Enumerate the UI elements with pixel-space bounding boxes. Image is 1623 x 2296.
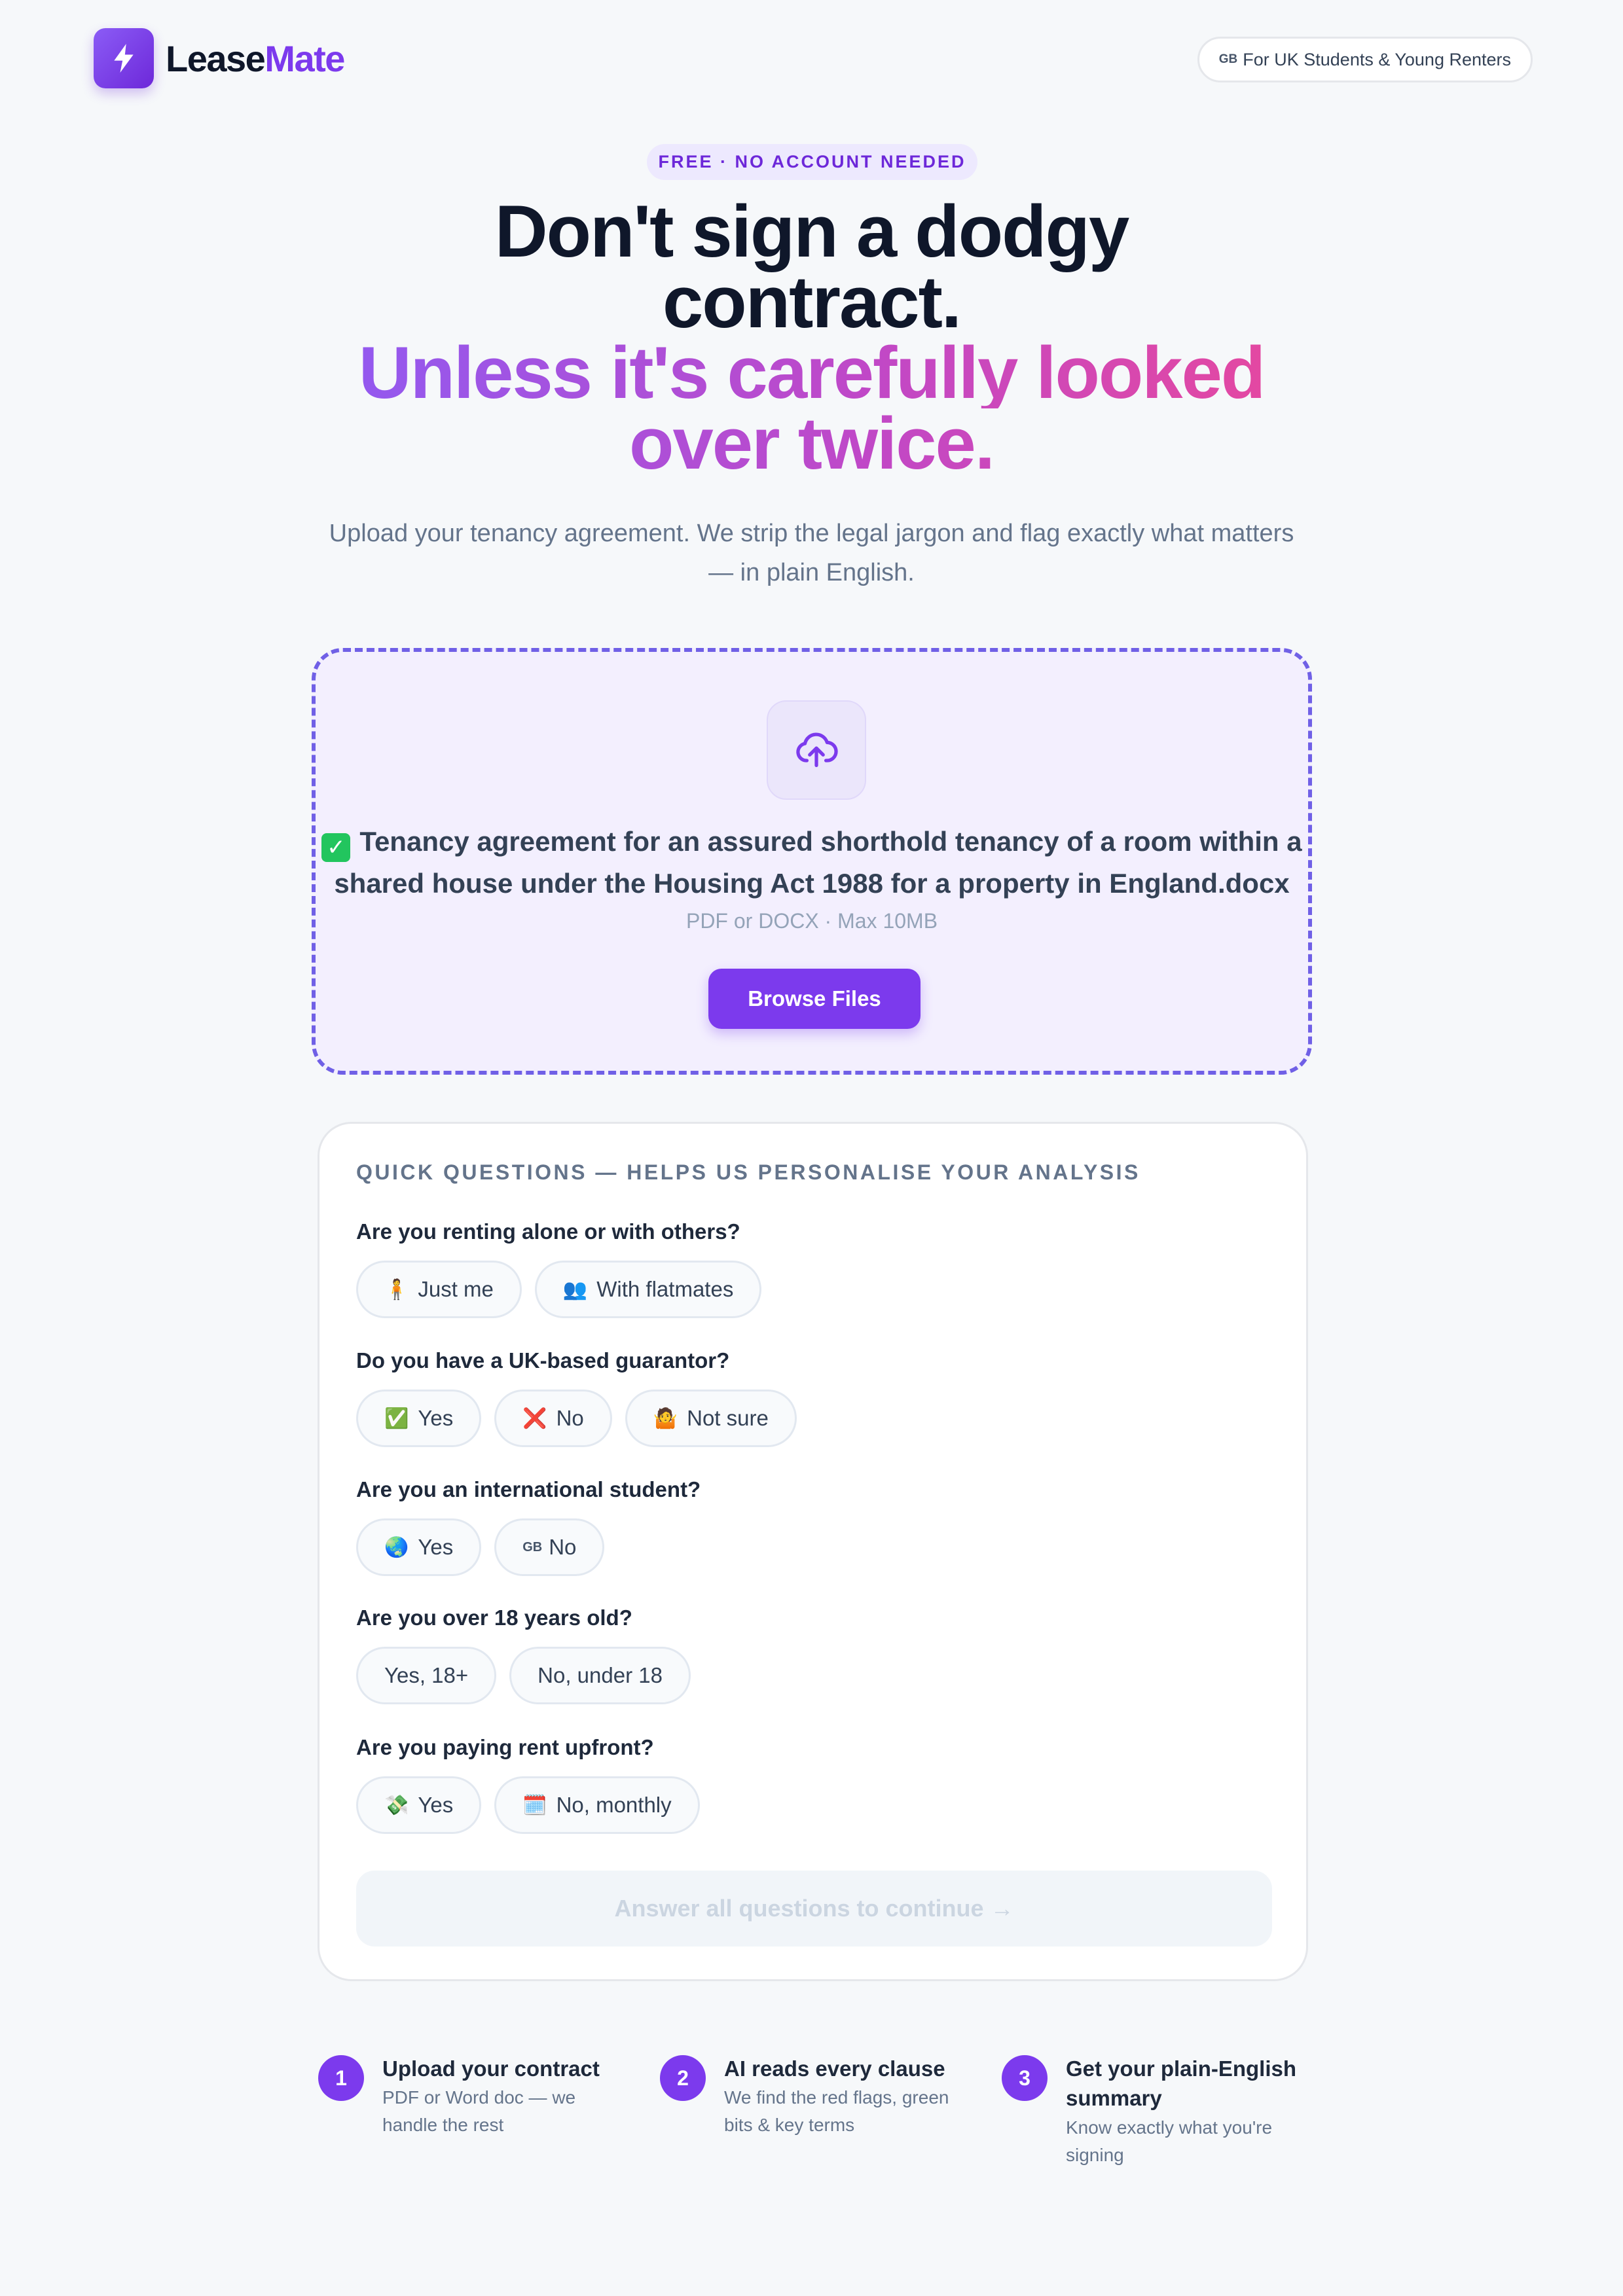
options-renting: 🧍 Just me 👥 With flatmates [356,1261,762,1318]
option-label: Just me [418,1277,494,1301]
question-label-renting: Are you renting alone or with others? [356,1219,740,1244]
option-label: No [549,1535,577,1559]
continue-button[interactable]: Answer all questions to continue → [356,1871,1272,1946]
option-label: Yes [418,1406,454,1430]
step-description: Know exactly what you're signing [1066,2117,1273,2165]
logo-wordmark: LeaseMate [166,37,345,80]
cross-icon: ❌ [522,1407,547,1429]
option-upfront-monthly[interactable]: 🗓️ No, monthly [494,1776,700,1834]
option-label: No, monthly [556,1793,672,1817]
uk-flag-icon: GB [1218,52,1238,66]
browse-files-button[interactable]: Browse Files [708,969,921,1029]
money-icon: 💸 [384,1794,409,1816]
logo-text-mate: Mate [264,37,345,79]
headline-line-2: contract. [663,261,962,343]
options-guarantor: ✅ Yes ❌ No 🤷 Not sure [356,1390,797,1447]
option-label: Yes [418,1793,454,1817]
globe-icon: 🌏 [384,1536,409,1558]
audience-label: For UK Students & Young Renters [1243,49,1511,69]
option-label: With flatmates [596,1277,734,1301]
step-number: 1 [318,2055,364,2101]
people-icon: 👥 [562,1278,588,1300]
option-just-me[interactable]: 🧍 Just me [356,1261,522,1318]
lightning-bolt-icon [94,28,154,88]
step-number: 3 [1002,2055,1048,2101]
free-badge: FREE · NO ACCOUNT NEEDED [647,144,977,180]
uploaded-file-name: ✓ Tenancy agreement for an assured shorth… [316,821,1308,905]
cloud-upload-icon [767,700,866,800]
question-label-age: Are you over 18 years old? [356,1605,632,1630]
quick-questions-card: QUICK QUESTIONS — HELPS US PERSONALISE Y… [318,1122,1308,1981]
shrug-icon: 🤷 [653,1407,678,1429]
option-international-yes[interactable]: 🌏 Yes [356,1518,482,1576]
site-header: LeaseMate GB For UK Students & Young Ren… [94,28,1533,90]
headline-line-4: over twice. [262,407,1361,480]
options-upfront: 💸 Yes 🗓️ No, monthly [356,1776,700,1834]
option-label: Yes, 18+ [384,1663,469,1687]
questions-title: QUICK QUESTIONS — HELPS US PERSONALISE Y… [356,1160,1140,1184]
check-icon: ✓ [321,833,351,862]
audience-badge: GB For UK Students & Young Renters [1197,37,1533,82]
option-guarantor-yes[interactable]: ✅ Yes [356,1390,482,1447]
file-dropzone[interactable]: ✓ Tenancy agreement for an assured shorth… [312,648,1312,1075]
option-age-over-18[interactable]: Yes, 18+ [356,1647,497,1704]
step-number: 2 [660,2055,706,2101]
option-age-under-18[interactable]: No, under 18 [509,1647,691,1704]
question-label-international: Are you an international student? [356,1477,701,1501]
headline-line-3: Unless it's carefully looked [262,336,1361,410]
options-age: Yes, 18+ No, under 18 [356,1647,691,1704]
step-title: Upload your contract [382,2056,600,2081]
calendar-icon: 🗓️ [522,1794,547,1816]
file-format-hint: PDF or DOCX · Max 10MB [685,909,938,933]
step-description: We find the red flags, green bits & key … [724,2087,949,2135]
logo[interactable]: LeaseMate [94,28,345,88]
uploaded-file-label: Tenancy agreement for an assured shortho… [334,826,1302,899]
option-guarantor-not-sure[interactable]: 🤷 Not sure [625,1390,797,1447]
logo-text-lease: Lease [166,37,266,79]
question-label-guarantor: Do you have a UK-based guarantor? [356,1348,730,1372]
options-international: 🌏 Yes GB No [356,1518,605,1576]
option-international-no[interactable]: GB No [494,1518,605,1576]
option-guarantor-no[interactable]: ❌ No [494,1390,612,1447]
step-title: AI reads every clause [724,2056,945,2081]
person-icon: 🧍 [384,1278,409,1300]
option-label: No [556,1406,584,1430]
option-label: No, under 18 [538,1663,663,1687]
option-label: Not sure [687,1406,769,1430]
option-label: Yes [418,1535,454,1559]
headline-line-1: Don't sign a dodgy [494,190,1129,272]
hero-headline: Don't sign a dodgy contract. Unless it's… [262,190,1361,480]
option-with-flatmates[interactable]: 👥 With flatmates [534,1261,762,1318]
hero-subtitle: Upload your tenancy agreement. We strip … [329,520,1294,586]
option-upfront-yes[interactable]: 💸 Yes [356,1776,482,1834]
question-label-upfront: Are you paying rent upfront? [356,1735,654,1759]
uk-flag-icon: GB [522,1539,543,1554]
step-description: PDF or Word doc — we handle the rest [382,2087,576,2135]
step-title: Get your plain-English summary [1066,2056,1297,2110]
check-icon: ✅ [384,1407,409,1429]
